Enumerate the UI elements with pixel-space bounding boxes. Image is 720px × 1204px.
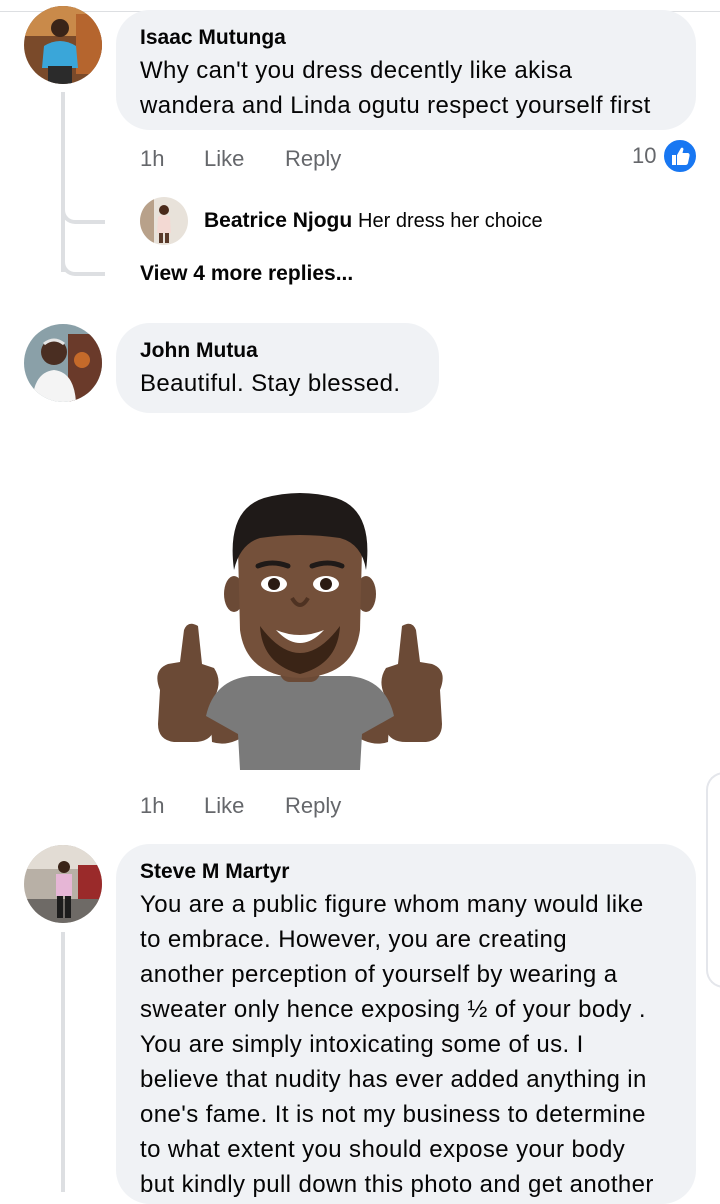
comment-text-line: You are simply intoxicating some of us. … <box>140 1031 584 1058</box>
side-overlay-card <box>706 772 720 988</box>
avatar-steve-m-martyr[interactable] <box>24 845 102 923</box>
comment-text-line: to what extent you should expose your bo… <box>140 1136 626 1163</box>
comment-text-line: to embrace. However, you are creating <box>140 926 568 953</box>
reply-author[interactable]: Beatrice Njogu <box>204 209 352 232</box>
avatar-john-mutua[interactable] <box>24 324 102 402</box>
like-button[interactable]: Like <box>204 793 244 819</box>
comment-time[interactable]: 1h <box>140 793 164 819</box>
comment-text-line: one's fame. It is not my business to det… <box>140 1101 646 1128</box>
comment-text-line: Beautiful. Stay blessed. <box>140 370 401 397</box>
thread-elbow <box>61 252 105 276</box>
like-count[interactable]: 10 <box>632 143 656 169</box>
like-reaction-icon <box>662 138 698 174</box>
comment-text-line: Why can't you dress decently like akisa <box>140 57 573 84</box>
thread-elbow <box>61 200 105 224</box>
thumbs-up-avatar-sticker[interactable] <box>140 480 460 780</box>
comment-author[interactable]: Isaac Mutunga <box>140 23 696 53</box>
comment-bubble: Isaac Mutunga Why can't you dress decent… <box>116 10 696 130</box>
comment-text-line: sweater only hence exposing ½ of your bo… <box>140 996 646 1023</box>
thread-line <box>61 932 65 1192</box>
comment-time[interactable]: 1h <box>140 146 164 172</box>
thread-line <box>61 92 65 272</box>
reply-button[interactable]: Reply <box>285 793 341 819</box>
comment-bubble: John Mutua Beautiful. Stay blessed. <box>116 323 439 413</box>
avatar-beatrice-njogu[interactable] <box>140 197 188 245</box>
reply-text: Her dress her choice <box>358 210 543 232</box>
view-more-replies-link[interactable]: View 4 more replies... <box>140 262 353 286</box>
reply-button[interactable]: Reply <box>285 146 341 172</box>
comment-text-line: believe that nudity has ever added anyth… <box>140 1066 647 1093</box>
comment-text-line: You are a public figure whom many would … <box>140 891 644 918</box>
comment-text-line: another perception of yourself by wearin… <box>140 961 618 988</box>
comment-author[interactable]: Steve M Martyr <box>140 857 696 887</box>
comment-bubble: Steve M Martyr You are a public figure w… <box>116 844 696 1204</box>
reply-preview[interactable]: Beatrice Njogu Her dress her choice <box>204 209 543 233</box>
like-button[interactable]: Like <box>204 146 244 172</box>
comment-author[interactable]: John Mutua <box>140 336 439 366</box>
avatar-isaac-mutunga[interactable] <box>24 6 102 84</box>
comment-text-line: but kindly pull down this photo and get … <box>140 1171 654 1198</box>
comment-text-line: wandera and Linda ogutu respect yourself… <box>140 92 651 119</box>
